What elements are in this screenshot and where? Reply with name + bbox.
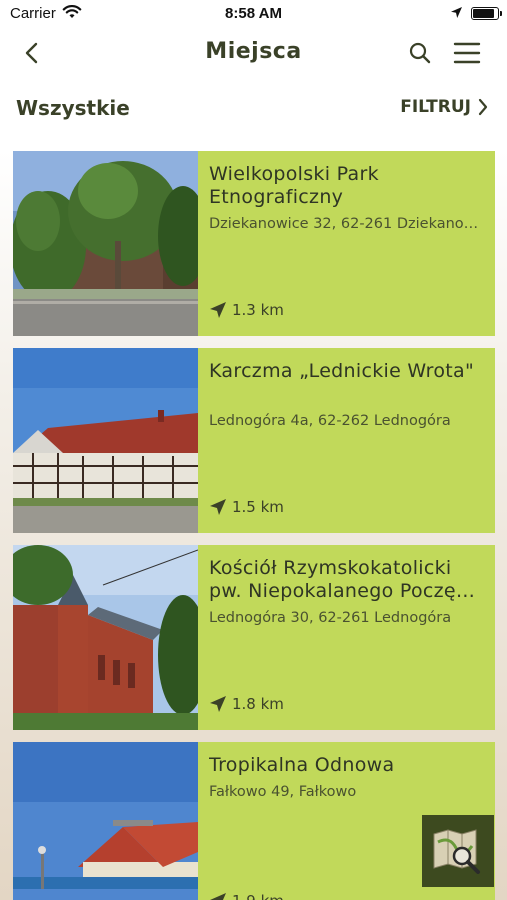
place-distance: 1.9 km bbox=[209, 892, 284, 900]
category-label: Wszystkie bbox=[16, 96, 130, 120]
distance-value: 1.5 km bbox=[232, 498, 284, 516]
place-title: Kościół Rzymskokatolicki pw. Niepokalane… bbox=[209, 557, 485, 602]
location-arrow-icon bbox=[210, 696, 226, 712]
place-address: Dziekanowice 32, 62-261 Dziekanowice bbox=[209, 216, 485, 232]
hamburger-menu-icon bbox=[453, 42, 481, 64]
map-search-icon bbox=[433, 829, 480, 874]
map-view-button[interactable] bbox=[422, 815, 494, 887]
location-services-icon bbox=[450, 6, 463, 23]
clock: 8:58 AM bbox=[225, 5, 282, 22]
place-photo bbox=[13, 151, 198, 336]
distance-value: 1.9 km bbox=[232, 892, 284, 900]
place-distance: 1.3 km bbox=[209, 301, 284, 319]
place-photo bbox=[13, 742, 198, 900]
places-list: Wielkopolski Park Etnograficzny Dziekano… bbox=[13, 151, 495, 900]
battery-icon bbox=[471, 7, 502, 20]
location-arrow-icon bbox=[210, 499, 226, 515]
distance-value: 1.3 km bbox=[232, 301, 284, 319]
place-distance: 1.5 km bbox=[209, 498, 284, 516]
location-arrow-icon bbox=[210, 302, 226, 318]
search-button[interactable] bbox=[405, 38, 435, 68]
place-address: Lednogóra 4a, 62-262 Lednogóra bbox=[209, 413, 451, 429]
distance-value: 1.8 km bbox=[232, 695, 284, 713]
place-card[interactable]: Karczma „Lednickie Wrota" Lednogóra 4a, … bbox=[13, 348, 495, 533]
place-title: Karczma „Lednickie Wrota" bbox=[209, 360, 475, 382]
filter-button-label: FILTRUJ bbox=[400, 97, 471, 117]
location-arrow-icon bbox=[210, 893, 226, 900]
navigation-bar: Miejsca bbox=[0, 28, 507, 80]
chevron-right-icon bbox=[478, 98, 488, 116]
menu-button[interactable] bbox=[452, 38, 482, 68]
place-address: Lednogóra 30, 62-261 Lednogóra bbox=[209, 610, 452, 626]
filter-button[interactable]: FILTRUJ bbox=[400, 97, 489, 117]
search-icon bbox=[409, 42, 431, 64]
place-photo bbox=[13, 348, 198, 533]
filter-row: Wszystkie FILTRUJ bbox=[0, 90, 507, 130]
place-card[interactable]: Kościół Rzymskokatolicki pw. Niepokalane… bbox=[13, 545, 495, 730]
place-title: Tropikalna Odnowa bbox=[209, 754, 395, 776]
status-bar: Carrier 8:58 AM bbox=[0, 0, 507, 28]
place-card[interactable]: Wielkopolski Park Etnograficzny Dziekano… bbox=[13, 151, 495, 336]
place-address: Fałkowo 49, Fałkowo bbox=[209, 784, 357, 800]
place-photo bbox=[13, 545, 198, 730]
place-title: Wielkopolski Park Etnograficzny bbox=[209, 163, 379, 208]
place-distance: 1.8 km bbox=[209, 695, 284, 713]
